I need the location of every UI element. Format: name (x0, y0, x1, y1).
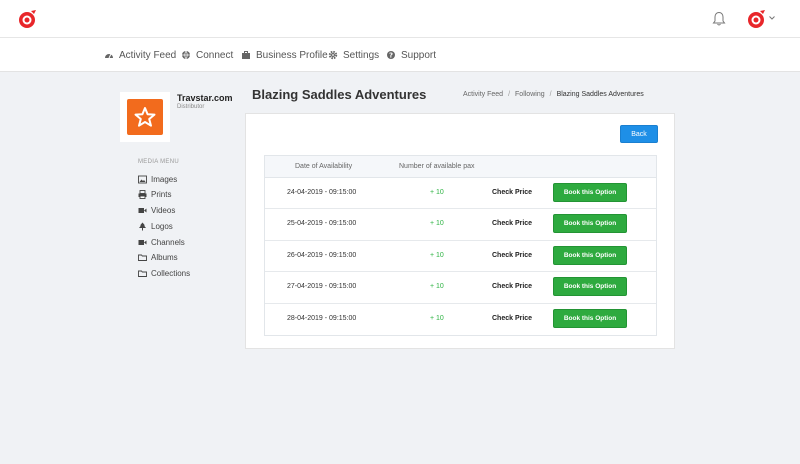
header-pax: Number of available pax (399, 163, 475, 170)
nav-business-profile[interactable]: Business Profile (241, 38, 328, 72)
table-row: 26-04-2019 - 09:15:00 + 10 Check Price B… (265, 241, 656, 273)
svg-text:?: ? (389, 52, 393, 60)
menu-label: Videos (151, 205, 176, 215)
table-row: 25-04-2019 - 09:15:00 + 10 Check Price B… (265, 209, 656, 241)
header-date: Date of Availability (295, 163, 353, 170)
breadcrumb-following[interactable]: Following (515, 91, 545, 98)
row-pax: + 10 (430, 189, 444, 196)
nav-label: Connect (196, 49, 234, 61)
globe-icon (182, 50, 190, 60)
main-nav: Activity Feed Connect Business Profile S… (0, 38, 800, 72)
menu-item-prints[interactable]: Prints (138, 188, 171, 200)
menu-item-logos[interactable]: Logos (138, 220, 173, 232)
nav-label: Settings (343, 49, 380, 61)
nav-label: Support (401, 49, 437, 61)
profile-logo (127, 99, 163, 135)
nav-connect[interactable]: Connect (181, 38, 233, 72)
folder-icon (138, 270, 147, 277)
nav-settings[interactable]: Settings (328, 38, 379, 72)
check-price-link[interactable]: Check Price (492, 315, 532, 322)
user-avatar-icon[interactable] (745, 9, 767, 29)
row-date: 24-04-2019 - 09:15:00 (287, 189, 357, 196)
row-date: 26-04-2019 - 09:15:00 (287, 251, 357, 259)
row-pax: + 10 (430, 314, 444, 322)
chevron-down-icon[interactable] (768, 14, 776, 22)
book-option-button[interactable]: Book this Option (553, 245, 627, 265)
profile-avatar[interactable] (120, 92, 170, 142)
bell-icon[interactable] (712, 11, 726, 27)
profile-name: Travstar.com (177, 93, 233, 103)
row-pax: + 10 (430, 283, 444, 291)
menu-label: Channels (151, 237, 185, 247)
book-option-button[interactable]: Book this Option (553, 277, 627, 297)
profile-role: Distributor (177, 104, 205, 110)
menu-label: Collections (151, 268, 191, 278)
breadcrumb-separator: / (549, 91, 552, 98)
table-row: 27-04-2019 - 09:15:00 + 10 Check Price B… (265, 272, 656, 304)
book-option-button[interactable]: Book this Option (553, 308, 627, 328)
table-row: 24-04-2019 - 09:15:00 + 10 Check Price B… (265, 178, 656, 210)
row-pax: + 10 (430, 251, 444, 259)
table-row: 28-04-2019 - 09:15:00 + 10 Check Price B… (265, 304, 656, 335)
media-menu-title: MEDIA MENU (138, 159, 180, 165)
menu-label: Images (151, 174, 178, 184)
row-pax: + 10 (430, 220, 444, 228)
check-price-link[interactable]: Check Price (492, 220, 532, 227)
tree-icon (139, 222, 146, 230)
video-icon (138, 239, 147, 245)
dashboard-icon (105, 53, 113, 59)
breadcrumb: Activity Feed / Following / Blazing Saddles … (463, 91, 644, 98)
check-price-link[interactable]: Check Price (492, 283, 532, 290)
nav-support[interactable]: ? Support (386, 38, 436, 72)
menu-label: Logos (151, 221, 173, 231)
check-price-link[interactable]: Check Price (492, 252, 532, 259)
question-icon: ? (387, 51, 395, 60)
row-date: 25-04-2019 - 09:15:00 (287, 220, 357, 228)
brand-logo-icon[interactable] (16, 9, 38, 29)
back-button[interactable]: Back (620, 125, 658, 143)
menu-label: Prints (151, 189, 172, 199)
menu-item-videos[interactable]: Videos (138, 204, 175, 216)
folder-icon (138, 254, 147, 261)
table-header: Date of Availability Number of available… (265, 156, 656, 178)
row-date: 27-04-2019 - 09:15:00 (287, 283, 357, 291)
nav-activity-feed[interactable]: Activity Feed (104, 38, 176, 72)
image-icon (138, 175, 147, 183)
star-icon (134, 107, 156, 127)
gear-icon (328, 50, 338, 60)
nav-label: Business Profile (256, 49, 328, 61)
row-date: 28-04-2019 - 09:15:00 (287, 314, 357, 322)
video-icon (138, 207, 147, 213)
menu-item-collections[interactable]: Collections (138, 267, 190, 279)
breadcrumb-activity-feed[interactable]: Activity Feed (463, 91, 503, 98)
menu-item-albums[interactable]: Albums (138, 251, 178, 263)
book-option-button[interactable]: Book this Option (553, 214, 627, 234)
page-title: Blazing Saddles Adventures (252, 87, 427, 102)
menu-item-images[interactable]: Images (138, 173, 177, 185)
top-bar (0, 0, 800, 38)
book-option-button[interactable]: Book this Option (553, 183, 627, 202)
availability-panel: Back Date of Availability Number of avai… (245, 113, 675, 349)
check-price-link[interactable]: Check Price (492, 189, 532, 196)
menu-item-channels[interactable]: Channels (138, 236, 185, 248)
nav-label: Activity Feed (119, 49, 177, 61)
availability-table: Date of Availability Number of available… (264, 155, 657, 336)
breadcrumb-separator: / (508, 91, 511, 98)
breadcrumb-current: Blazing Saddles Adventures (556, 91, 644, 98)
menu-label: Albums (151, 252, 178, 262)
briefcase-icon (242, 51, 250, 59)
printer-icon (138, 189, 147, 199)
